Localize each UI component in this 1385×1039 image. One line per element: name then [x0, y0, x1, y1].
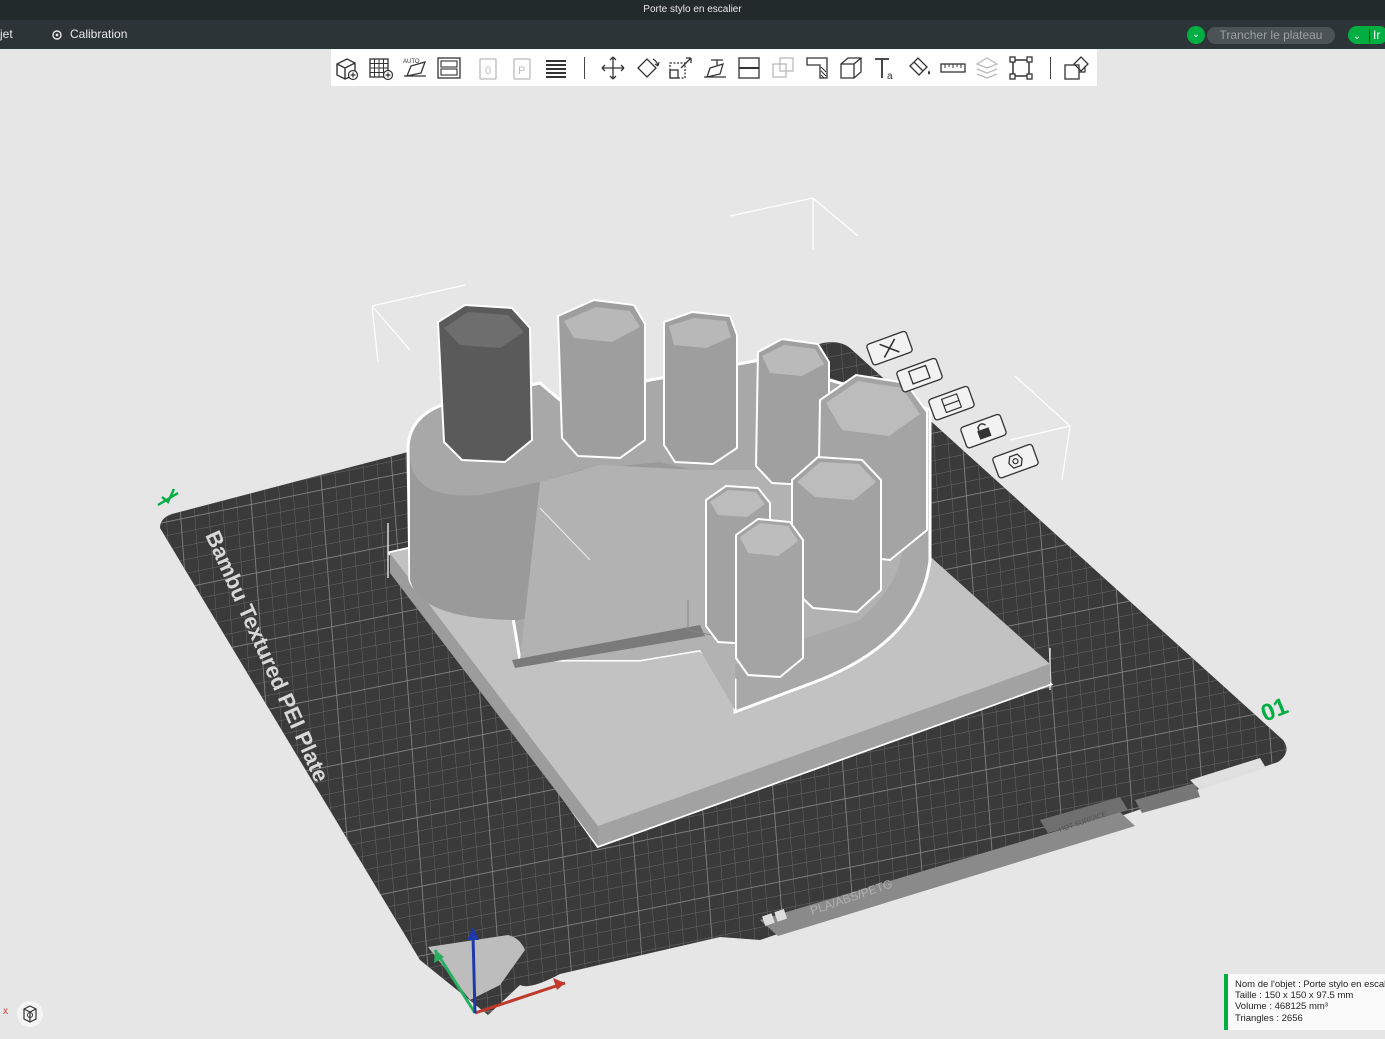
color-paint-icon[interactable] — [905, 54, 933, 82]
fit-view-icon[interactable] — [1007, 54, 1035, 82]
pen-slot[interactable] — [436, 303, 534, 464]
lock-icon[interactable] — [960, 413, 1007, 449]
toolbar-separator — [584, 57, 585, 79]
object-volume: Volume : 468125 mm³ — [1235, 1001, 1328, 1013]
grid-arrange-icon[interactable] — [367, 54, 395, 82]
svg-text:0: 0 — [485, 65, 491, 77]
text-tool-icon[interactable]: a — [871, 54, 899, 82]
measure-icon[interactable] — [939, 54, 967, 82]
calibration-icon — [52, 29, 62, 40]
camera-view-button[interactable] — [17, 1001, 43, 1027]
slice-plate-button[interactable]: Trancher le plateau — [1207, 26, 1335, 44]
slice-group: ⌄ Trancher le plateau — [1187, 26, 1335, 44]
lay-on-face-icon[interactable] — [701, 54, 729, 82]
delete-object-icon[interactable] — [866, 330, 913, 366]
toolbar-separator — [1050, 57, 1051, 79]
print-label: Ir — [1373, 28, 1381, 42]
plate-check-icon — [157, 488, 179, 507]
object-info-panel: Nom de l'objet : Porte stylo en escalier… — [1224, 974, 1385, 1030]
print-button[interactable]: ⌄ Ir — [1348, 26, 1385, 44]
pen-slot[interactable] — [556, 298, 646, 460]
window-title-bar: Porte stylo en escalier — [0, 0, 1385, 20]
paste-icon[interactable]: P — [508, 54, 536, 82]
menu-calibration[interactable]: Calibration — [52, 20, 127, 49]
move-icon[interactable] — [599, 54, 627, 82]
window-title: Porte stylo en escalier — [643, 4, 742, 15]
object-triangles: Triangles : 2656 — [1235, 1012, 1303, 1024]
pen-slot[interactable] — [663, 310, 738, 466]
plate-settings-icon[interactable] — [928, 385, 975, 421]
boolean-icon[interactable] — [769, 54, 797, 82]
main-toolbar: AUTO 0 P a — [331, 49, 1097, 86]
svg-text:P: P — [518, 65, 525, 77]
menu-calibration-label: Calibration — [70, 27, 128, 41]
copy-plate-icon[interactable]: 0 — [474, 54, 502, 82]
layers-icon[interactable] — [542, 54, 570, 82]
cut-icon[interactable] — [735, 54, 763, 82]
arrange-object-icon[interactable] — [896, 357, 943, 393]
object-name: Nom de l'objet : Porte stylo en escalier — [1235, 979, 1385, 990]
3d-viewport[interactable]: Bambu Textured PEI Plate 01 PLA/ABS/PETG… — [0, 86, 1385, 1036]
slice-dropdown-icon[interactable]: ⌄ — [1187, 26, 1205, 44]
scale-icon[interactable] — [667, 54, 695, 82]
menu-project[interactable]: jet — [0, 20, 13, 49]
object-size: Taille : 150 x 150 x 97.5 mm — [1235, 990, 1354, 1002]
plate-layout-icon[interactable] — [435, 54, 463, 82]
auto-orient-icon[interactable]: AUTO — [401, 54, 429, 82]
menu-bar: jet Calibration ⌄ Trancher le plateau ⌄ I… — [0, 20, 1385, 49]
x-axis-label: x — [3, 1006, 8, 1017]
explode-view-icon[interactable] — [1062, 54, 1090, 82]
seam-paint-icon[interactable] — [837, 54, 865, 82]
add-object-icon[interactable] — [333, 54, 361, 82]
assembly-icon[interactable] — [973, 54, 1001, 82]
print-separator — [1369, 28, 1370, 43]
pen-slot[interactable] — [735, 517, 804, 679]
camera-view-icon — [23, 1005, 37, 1023]
svg-text:a: a — [887, 71, 893, 82]
support-paint-icon[interactable] — [803, 54, 831, 82]
pen-slot[interactable] — [791, 455, 882, 614]
print-dropdown-icon[interactable]: ⌄ — [1348, 28, 1366, 46]
rotate-icon[interactable] — [633, 54, 661, 82]
plate-type-icon[interactable] — [992, 443, 1039, 479]
